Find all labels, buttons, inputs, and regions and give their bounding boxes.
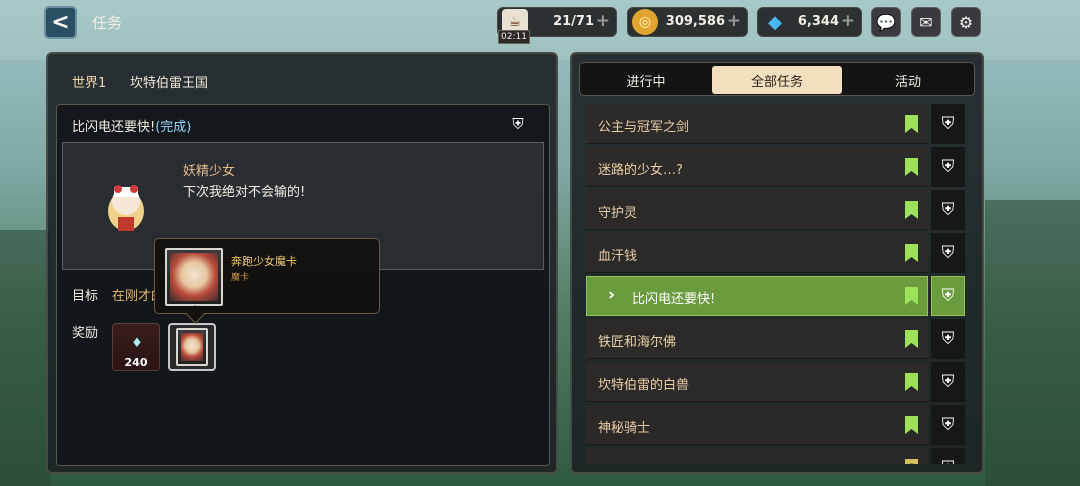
- gold-counter[interactable]: ◎ 309,586 +: [627, 7, 748, 37]
- magic-card-icon: [165, 248, 223, 306]
- quest-row[interactable]: 神秘骑士 ⛨: [586, 405, 968, 445]
- tab-in-progress[interactable]: 进行中: [581, 66, 711, 94]
- crest-icon: ⛨: [931, 190, 965, 230]
- goal-label: 目标: [72, 289, 99, 304]
- chat-icon: 💬: [876, 12, 896, 32]
- region-label: 坎特伯雷王国: [130, 76, 209, 91]
- quest-list[interactable]: 公主与冠军之剑 ⛨ 迷路的少女…? ⛨ 守护灵 ⛨ 血汗钱 ⛨ › 比闪电还要快…: [586, 104, 968, 464]
- quest-row[interactable]: 迷路的少女…? ⛨: [586, 147, 968, 187]
- npc-name: 妖精少女: [183, 164, 236, 179]
- reward-card-slot[interactable]: [168, 323, 216, 371]
- chat-button[interactable]: 💬: [871, 7, 901, 37]
- reward-crystal-slot[interactable]: ♦ 240: [112, 323, 160, 371]
- crest-icon: ⛨: [931, 104, 965, 144]
- npc-avatar: [108, 185, 144, 231]
- quest-row-title: 公主与冠军之剑: [598, 120, 690, 135]
- crest-icon: ⛨: [931, 147, 965, 187]
- stamina-value: 21/71: [553, 14, 594, 29]
- world-label: 世界1: [72, 76, 107, 91]
- quest-title: 比闪电还要快!(完成): [72, 116, 191, 135]
- quest-title-text: 比闪电还要快!: [72, 120, 156, 135]
- quest-row[interactable]: 坎特伯雷的白兽 ⛨: [586, 362, 968, 402]
- gold-coin-icon: ◎: [632, 9, 658, 35]
- crest-icon: ⛨: [931, 319, 965, 359]
- page-title: 任务: [92, 14, 123, 32]
- gem-icon: ◆: [768, 11, 782, 33]
- stamina-timer: 02:11: [498, 30, 530, 44]
- quest-row-title: 血汗钱: [598, 249, 638, 264]
- quest-row-title: 铁匠和海尔佛: [598, 335, 677, 350]
- tooltip-title: 奔跑少女魔卡: [231, 255, 297, 268]
- quest-row[interactable]: 血汗钱 ⛨: [586, 233, 968, 273]
- quest-row-title: 守护灵: [598, 206, 638, 221]
- settings-gear-icon: ⚙: [958, 12, 974, 32]
- gem-value: 6,344: [797, 14, 839, 29]
- gem-counter[interactable]: ◆ 6,344 +: [757, 7, 862, 37]
- quest-row-title: 比闪电还要快!: [632, 292, 716, 307]
- quest-row[interactable]: 公主与冠军之剑 ⛨: [586, 104, 968, 144]
- item-tooltip: 奔跑少女魔卡 魔卡: [154, 238, 380, 314]
- reward-label: 奖励: [72, 326, 99, 341]
- stamina-counter[interactable]: ☕ 21/71 + 02:11: [497, 7, 617, 44]
- plus-icon[interactable]: +: [727, 11, 741, 31]
- quest-row-selected[interactable]: › 比闪电还要快! ⛨: [586, 276, 968, 316]
- quest-row[interactable]: 守护灵 ⛨: [586, 190, 968, 230]
- crest-icon: ⛨: [931, 233, 965, 273]
- quest-row-title: 坎特伯雷的白兽: [598, 378, 690, 393]
- quest-status: (完成): [155, 120, 192, 135]
- crest-icon: ⛨: [931, 448, 965, 464]
- quest-row-title: 迷路的少女…?: [598, 163, 683, 178]
- settings-button[interactable]: ⚙: [951, 7, 981, 37]
- crystal-icon: ♦: [131, 336, 143, 351]
- gold-value: 309,586: [665, 14, 725, 29]
- mail-button[interactable]: ✉: [911, 7, 941, 37]
- quest-row[interactable]: ⛨: [586, 448, 968, 464]
- tab-events[interactable]: 活动: [843, 66, 973, 94]
- quest-row[interactable]: 铁匠和海尔佛 ⛨: [586, 319, 968, 359]
- bg-ruins-right: [985, 200, 1080, 486]
- magic-card-icon: [176, 328, 208, 366]
- chevron-right-icon: ›: [608, 285, 616, 305]
- crest-icon: ⛨: [931, 362, 965, 402]
- quest-row-title: 神秘骑士: [598, 421, 651, 436]
- crest-icon: ⛨: [931, 276, 965, 316]
- kingdom-crest-icon: ⛨: [512, 115, 524, 133]
- goal-text: 在刚才的: [112, 289, 156, 304]
- npc-dialogue: 下次我绝对不会输的!: [183, 185, 306, 200]
- bookmark-flag-icon[interactable]: [905, 459, 918, 464]
- reward-crystal-qty: 240: [124, 356, 148, 369]
- chevron-left-icon: <: [51, 10, 70, 35]
- mail-icon: ✉: [919, 12, 933, 32]
- plus-icon[interactable]: +: [841, 11, 855, 31]
- tab-all-quests[interactable]: 全部任务: [712, 66, 842, 94]
- bg-ruins-left: [0, 230, 50, 486]
- crest-icon: ⛨: [931, 405, 965, 445]
- plus-icon[interactable]: +: [596, 11, 610, 31]
- tooltip-subtitle: 魔卡: [231, 273, 250, 283]
- back-button[interactable]: <: [44, 6, 77, 39]
